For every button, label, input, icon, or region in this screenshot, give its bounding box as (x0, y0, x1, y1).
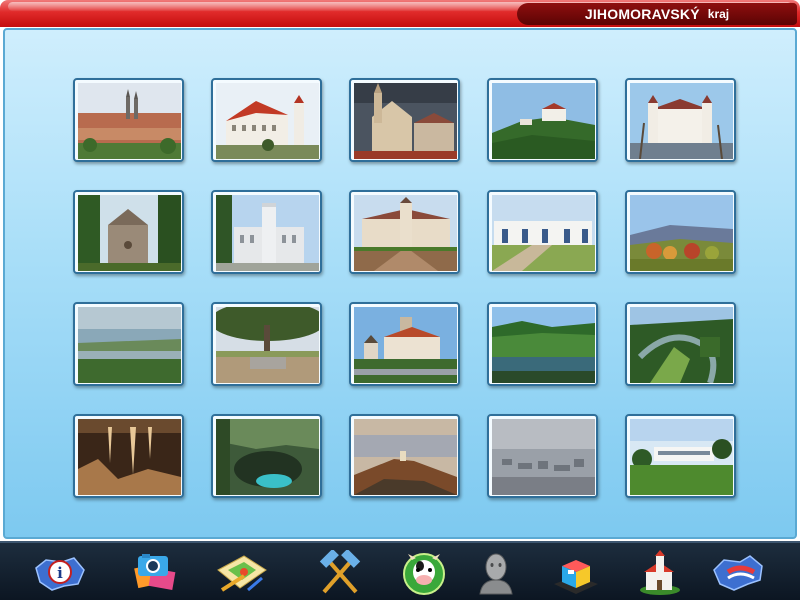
gothic-church-photo (354, 83, 457, 159)
photo-thumbnail-river-meander[interactable] (625, 302, 736, 386)
czech-map-icon (713, 555, 763, 591)
bust-statue-icon (479, 553, 513, 595)
map-drawing-icon (217, 555, 267, 592)
modern-villa-photo (630, 419, 733, 495)
region-label: JIHOMORAVSKÝ kraj (517, 3, 797, 25)
ruin-reservoir-photo (354, 419, 457, 495)
bottom-toolbar: i (0, 541, 800, 600)
photo-thumbnail-foggy-town[interactable] (487, 414, 598, 498)
white-chateau-photo (216, 83, 319, 159)
photo-thumbnail-forest-tower[interactable] (73, 190, 184, 274)
3d-cube-button[interactable] (546, 549, 606, 597)
photo-thumbnail-neo-gothic-chateau[interactable] (211, 190, 322, 274)
city-panorama-photo (78, 83, 181, 159)
castle-on-hill-photo (492, 83, 595, 159)
church-building-icon (640, 550, 680, 595)
info-map-button[interactable]: i (30, 549, 90, 597)
title-bar: JIHOMORAVSKÝ kraj (0, 0, 800, 27)
photo-gallery-button[interactable] (126, 549, 186, 597)
photo-thumbnail-white-castle[interactable] (625, 78, 736, 162)
photo-thumbnail-modern-villa[interactable] (625, 414, 736, 498)
photo-thumbnail-white-chateau[interactable] (211, 78, 322, 162)
info-map-icon: i (35, 557, 85, 591)
photo-thumbnail-castle-on-hill[interactable] (487, 78, 598, 162)
abyss-photo (216, 419, 319, 495)
white-castle-photo (630, 83, 733, 159)
photo-thumbnail-lake-valley[interactable] (73, 302, 184, 386)
photo-thumbnail-castle-church[interactable] (349, 302, 460, 386)
photo-thumbnail-monument[interactable] (211, 302, 322, 386)
foggy-town-photo (492, 419, 595, 495)
baroque-palace-photo (354, 195, 457, 271)
autumn-hills-photo (630, 195, 733, 271)
photo-thumbnail-ruin-reservoir[interactable] (349, 414, 460, 498)
photo-thumbnail-city-panorama[interactable] (73, 78, 184, 162)
wine-cellars-photo (492, 195, 595, 271)
cow-mascot-button[interactable] (394, 549, 454, 597)
monument-photo (216, 307, 319, 383)
hammers-button[interactable] (310, 549, 370, 597)
gallery-panel (3, 28, 797, 539)
3d-cube-icon (554, 560, 598, 594)
region-suffix: kraj (707, 7, 730, 21)
photo-thumbnail-gothic-church[interactable] (349, 78, 460, 162)
czech-map-button[interactable] (708, 549, 768, 597)
cave-photo (78, 419, 181, 495)
photo-thumbnail-cave[interactable] (73, 414, 184, 498)
castle-church-photo (354, 307, 457, 383)
photo-thumbnail-river-valley[interactable] (487, 302, 598, 386)
photo-grid (73, 78, 736, 498)
forest-tower-photo (78, 195, 181, 271)
region-name: JIHOMORAVSKÝ (584, 6, 700, 22)
lake-valley-photo (78, 307, 181, 383)
church-button[interactable] (630, 549, 690, 597)
cow-mascot-icon (403, 553, 445, 595)
map-drawing-button[interactable] (212, 549, 272, 597)
photo-thumbnail-baroque-palace[interactable] (349, 190, 460, 274)
crossed-hammers-icon (319, 550, 361, 594)
photo-gallery-icon (134, 554, 176, 590)
photo-thumbnail-abyss[interactable] (211, 414, 322, 498)
neo-gothic-chateau-photo (216, 195, 319, 271)
svg-text:i: i (57, 564, 63, 582)
photo-thumbnail-autumn-hills[interactable] (625, 190, 736, 274)
photo-thumbnail-wine-cellars[interactable] (487, 190, 598, 274)
river-valley-photo (492, 307, 595, 383)
river-meander-photo (630, 307, 733, 383)
bust-statue-button[interactable] (466, 549, 526, 597)
